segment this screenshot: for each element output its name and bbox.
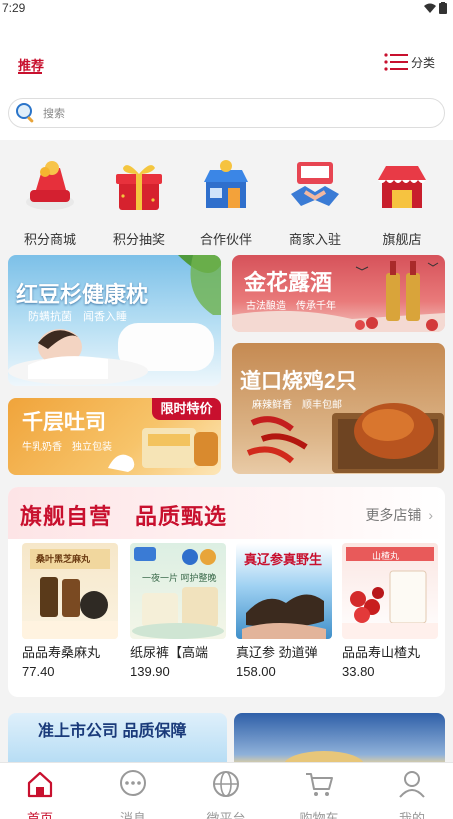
- flagship-store-icon: [378, 166, 426, 208]
- banner-chicken-subtitle: 麻辣鲜香 顺丰包邮: [252, 400, 342, 411]
- bottom-banner-right-art: [284, 751, 364, 765]
- more-stores-label: 更多店铺: [365, 507, 422, 523]
- banner-toast-title: 千层吐司: [22, 411, 106, 434]
- product-image-art: [132, 547, 224, 639]
- bottom-banner-left[interactable]: 准上市公司 品质保障: [8, 713, 227, 765]
- product-image: 一夜一片 呵护整晚: [130, 543, 226, 639]
- product-name: 品品寿山楂丸: [342, 645, 421, 660]
- banner-toast-tag: 限时特价: [152, 398, 221, 420]
- banner-pillow[interactable]: 红豆杉健康枕 防螨抗菌 闻香入睡: [8, 255, 221, 386]
- product-name: 品品寿桑麻丸: [22, 645, 101, 660]
- wifi-icon: [424, 3, 436, 13]
- grid-label: 旗舰店: [382, 232, 422, 247]
- grid-label: 商家入驻: [288, 232, 341, 247]
- product-name: 纸尿裤【高端: [130, 645, 209, 660]
- points-mall-icon: [26, 161, 74, 210]
- product-image: 山楂丸: [342, 543, 438, 639]
- list-icon: [384, 53, 408, 71]
- banner-chicken[interactable]: 道口烧鸡2只 麻辣鲜香 顺丰包邮: [232, 343, 445, 474]
- tab-label: 首页: [26, 811, 53, 819]
- product-price: 139.90: [130, 664, 170, 679]
- banner-liquor-title: 金花露酒: [244, 270, 333, 295]
- bottom-tab-bar: 首页 消息 微平台 购物车 我的: [0, 762, 453, 819]
- product-card[interactable]: 桑叶黑芝麻丸 品品寿桑麻丸 77.40: [22, 543, 118, 679]
- banner-liquor-subtitle: 古法酿造 传承千年: [246, 301, 336, 312]
- flagship-header: 旗舰自营 品质甄选 更多店铺 ›: [8, 487, 445, 539]
- tab-label: 消息: [119, 811, 146, 819]
- cart-icon: [306, 773, 333, 796]
- storefront-icon: [204, 160, 248, 208]
- grid-item-points-lottery[interactable]: 积分抽奖: [97, 156, 181, 248]
- grid-label: 积分抽奖: [112, 232, 165, 247]
- product-image-text: 一夜一片 呵护整晚: [142, 573, 217, 583]
- bottom-banner-right[interactable]: [234, 713, 445, 765]
- product-card[interactable]: 山楂丸 品品寿山楂丸 33.80: [342, 543, 438, 679]
- chevron-right-icon: ›: [428, 507, 433, 523]
- tab-micro-platform[interactable]: 微平台: [196, 769, 256, 819]
- product-card[interactable]: 一夜一片 呵护整晚 纸尿裤【高端 139.90: [130, 543, 226, 679]
- gift-box-icon: [116, 165, 162, 210]
- product-name: 真辽参 劲道弹: [236, 645, 318, 660]
- banner-toast-subtitle: 牛乳奶香 独立包装: [22, 442, 112, 453]
- message-icon: [120, 770, 146, 796]
- more-stores-link[interactable]: 更多店铺 ›: [365, 505, 433, 525]
- tab-label: 我的: [398, 811, 425, 819]
- banner-pillow-title: 红豆杉健康枕: [16, 282, 149, 307]
- status-bar: 7:29: [0, 0, 453, 18]
- search-bar[interactable]: 搜索: [8, 98, 445, 128]
- product-image-text: 山楂丸: [372, 551, 400, 561]
- grid-label: 积分商城: [23, 232, 76, 247]
- tab-home[interactable]: 首页: [10, 769, 70, 819]
- quick-entry-grid: 积分商城 积分抽奖 合作伙伴 商家入驻 旗舰店: [0, 140, 453, 252]
- status-time: 7:29: [2, 1, 26, 15]
- header: 推荐 分类 搜索: [0, 18, 453, 140]
- tab-label: 微平台: [206, 811, 246, 819]
- search-placeholder: 搜索: [43, 108, 65, 120]
- grid-label: 合作伙伴: [199, 232, 252, 247]
- product-image-text: 桑叶黑芝麻丸: [36, 554, 91, 564]
- product-image: 桑叶黑芝麻丸: [22, 543, 118, 639]
- banner-liquor[interactable]: 金花露酒 古法酿造 传承千年: [232, 255, 445, 332]
- product-price: 77.40: [22, 664, 55, 679]
- product-price: 158.00: [236, 664, 276, 679]
- globe-icon: [213, 771, 239, 797]
- search-icon: [16, 103, 34, 123]
- grid-item-points-mall[interactable]: 积分商城: [8, 156, 92, 248]
- grid-item-partners[interactable]: 合作伙伴: [184, 156, 268, 248]
- tab-underline: [18, 72, 42, 74]
- product-image-text: 真辽参真野生: [244, 552, 323, 567]
- category-label: 分类: [410, 55, 435, 70]
- tab-cart[interactable]: 购物车: [289, 769, 349, 819]
- tab-label: 购物车: [299, 811, 339, 819]
- status-icons: [424, 2, 447, 14]
- banner-chicken-title: 道口烧鸡2只: [240, 370, 357, 393]
- user-icon: [399, 771, 425, 798]
- tab-mine[interactable]: 我的: [382, 769, 442, 819]
- grid-item-merchant-join[interactable]: 商家入驻: [273, 156, 357, 248]
- handshake-icon: [291, 162, 339, 206]
- flagship-section: 旗舰自营 品质甄选 更多店铺 › 桑叶黑芝麻丸 品品寿桑麻丸 77.40 一夜一…: [8, 487, 445, 697]
- product-image: 真辽参真野生: [236, 543, 332, 639]
- banner-toast[interactable]: 限时特价 千层吐司 牛乳奶香 独立包装: [8, 398, 221, 475]
- product-card[interactable]: 真辽参真野生 真辽参 劲道弹 158.00: [236, 543, 332, 679]
- battery-icon: [439, 2, 447, 14]
- grid-item-flagship-store[interactable]: 旗舰店: [360, 156, 444, 248]
- category-button[interactable]: 分类: [384, 53, 435, 71]
- home-icon: [27, 771, 53, 798]
- flagship-title: 旗舰自营 品质甄选: [20, 504, 228, 529]
- bottom-banner-left-text: 准上市公司 品质保障: [38, 723, 187, 740]
- banner-pillow-subtitle: 防螨抗菌 闻香入睡: [28, 311, 127, 323]
- tab-messages[interactable]: 消息: [103, 769, 163, 819]
- product-price: 33.80: [342, 664, 375, 679]
